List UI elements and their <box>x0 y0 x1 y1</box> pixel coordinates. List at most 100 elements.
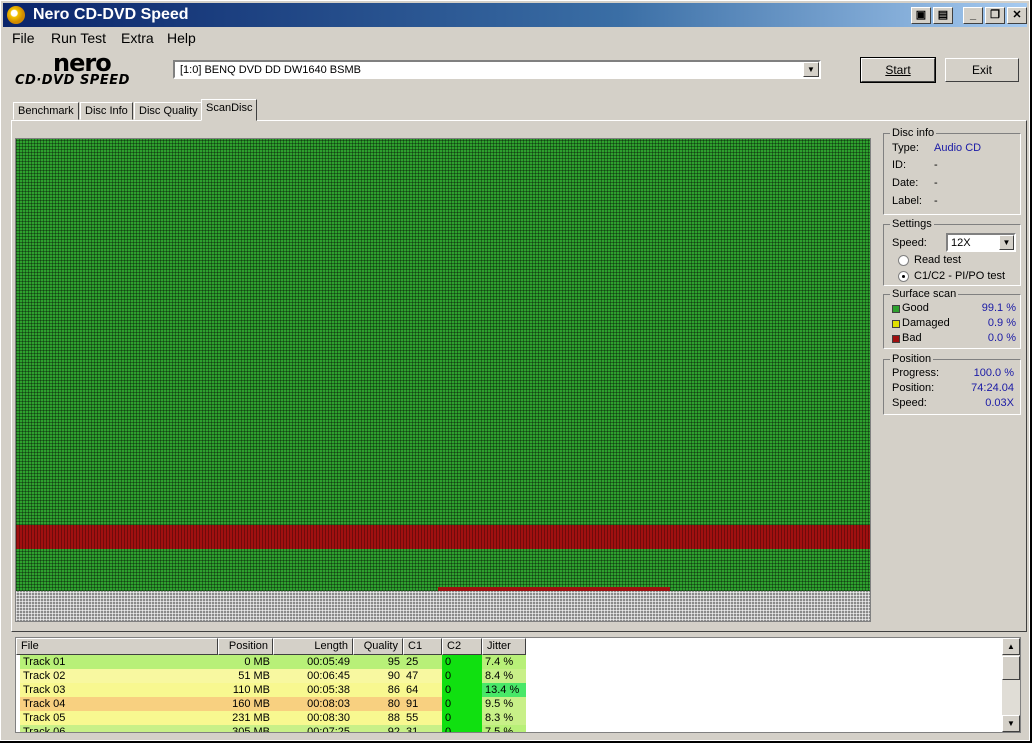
surface-scan-map <box>15 138 871 622</box>
surface-scan-caption: Surface scan <box>890 288 959 300</box>
window-title: Nero CD-DVD Speed <box>33 6 189 23</box>
cell-file: Track 01 <box>20 655 218 669</box>
tab-disc-quality[interactable]: Disc Quality <box>134 102 203 120</box>
scroll-down-icon[interactable]: ▼ <box>1002 715 1020 732</box>
cell-c1: 31 <box>403 725 442 732</box>
column-position[interactable]: Position <box>218 638 273 655</box>
cell-length: 00:05:49 <box>273 655 353 669</box>
read-test-label: Read test <box>914 254 962 266</box>
chevron-down-icon[interactable]: ▼ <box>999 235 1014 250</box>
track-table: File Position Length Quality C1 C2 Jitte… <box>15 637 1021 733</box>
cell-c2: 0 <box>442 725 482 732</box>
type-label: Type: <box>892 142 919 154</box>
progress-value: 100.0 % <box>973 367 1014 379</box>
good-color-swatch <box>892 305 900 313</box>
cell-quality: 86 <box>353 683 403 697</box>
cell-position: 305 MB <box>218 725 273 732</box>
close-button[interactable]: ✕ <box>1007 7 1027 24</box>
scroll-thumb[interactable] <box>1002 656 1020 680</box>
cell-jitter: 13.4 % <box>482 683 526 697</box>
position-caption: Position <box>890 353 934 365</box>
cell-position: 51 MB <box>218 669 273 683</box>
tab-scandisc[interactable]: ScanDisc <box>201 99 258 121</box>
column-quality[interactable]: Quality <box>353 638 403 655</box>
cell-file: Track 04 <box>20 697 218 711</box>
table-row[interactable]: Track 01 0 MB 00:05:49 95 25 0 7.4 % <box>16 655 1002 669</box>
position-label: Position: <box>892 382 935 394</box>
speed-select-value: 12X <box>951 237 971 249</box>
column-c2[interactable]: C2 <box>442 638 482 655</box>
column-jitter[interactable]: Jitter <box>482 638 526 655</box>
settings-group: Settings Speed: 12X ▼ Read test C1/C2 - … <box>883 218 1021 286</box>
c1c2-test-radio[interactable] <box>898 271 909 282</box>
tab-disc-info[interactable]: Disc Info <box>80 102 133 120</box>
start-button[interactable]: Start <box>860 57 936 83</box>
cell-jitter: 8.3 % <box>482 711 526 725</box>
cell-position: 160 MB <box>218 697 273 711</box>
cell-file: Track 02 <box>20 669 218 683</box>
chevron-down-icon[interactable]: ▼ <box>803 62 819 77</box>
read-test-radio[interactable] <box>898 255 909 266</box>
unused-area <box>16 591 870 621</box>
type-value: Audio CD <box>934 142 982 154</box>
table-row[interactable]: Track 05 231 MB 00:08:30 88 55 0 8.3 % <box>16 711 1002 725</box>
cell-length: 00:08:30 <box>273 711 353 725</box>
title-bar[interactable]: Nero CD-DVD Speed ▣ ▤ _ ❐ ✕ <box>3 3 1027 27</box>
surface-scan-group: Surface scan Good 99.1 % Damaged 0.9 % B… <box>883 288 1021 349</box>
nero-cd-icon <box>7 6 25 24</box>
cell-c2: 0 <box>442 669 482 683</box>
bad-color-swatch <box>892 335 900 343</box>
cell-quality: 88 <box>353 711 403 725</box>
restore-button[interactable]: ❐ <box>985 7 1005 24</box>
damaged-color-swatch <box>892 320 900 328</box>
exit-button[interactable]: Exit <box>945 58 1019 82</box>
speed-label: Speed: <box>892 237 927 249</box>
table-row[interactable]: Track 03 110 MB 00:05:38 86 64 0 13.4 % <box>16 683 1002 697</box>
date-value: - <box>934 177 938 189</box>
menu-run-test[interactable]: Run Test <box>51 30 106 46</box>
cell-position: 0 MB <box>218 655 273 669</box>
good-value: 99.1 % <box>981 302 1016 314</box>
speed-readout-value: 0.03X <box>985 397 1014 409</box>
cell-c2: 0 <box>442 655 482 669</box>
drive-select[interactable]: [1:0] BENQ DVD DD DW1640 BSMB ▼ <box>173 60 821 79</box>
cell-file: Track 06 <box>20 725 218 732</box>
speed-select[interactable]: 12X ▼ <box>946 233 1016 252</box>
c1c2-test-label: C1/C2 - PI/PO test <box>914 270 1006 282</box>
label-value: - <box>934 195 938 207</box>
cell-file: Track 05 <box>20 711 218 725</box>
settings-caption: Settings <box>890 218 934 230</box>
bad-label: Bad <box>902 332 922 344</box>
menu-extra[interactable]: Extra <box>121 30 154 46</box>
table-row[interactable]: Track 02 51 MB 00:06:45 90 47 0 8.4 % <box>16 669 1002 683</box>
save-icon[interactable]: ▤ <box>933 7 953 24</box>
column-length[interactable]: Length <box>273 638 353 655</box>
cell-length: 00:07:25 <box>273 725 353 732</box>
cell-jitter: 7.4 % <box>482 655 526 669</box>
disc-info-group: Disc info Type: Audio CD ID: - Date: - L… <box>883 127 1021 215</box>
cell-position: 231 MB <box>218 711 273 725</box>
bad-value: 0.0 % <box>987 332 1016 344</box>
menu-help[interactable]: Help <box>167 30 196 46</box>
vertical-scrollbar[interactable]: ▲ ▼ <box>1002 638 1020 732</box>
column-file[interactable]: File <box>16 638 218 655</box>
menu-file[interactable]: File <box>12 30 35 46</box>
cell-position: 110 MB <box>218 683 273 697</box>
main-window: Nero CD-DVD Speed ▣ ▤ _ ❐ ✕ File Run Tes… <box>0 0 1030 741</box>
cell-c1: 64 <box>403 683 442 697</box>
column-c1[interactable]: C1 <box>403 638 442 655</box>
position-value: 74:24.04 <box>971 382 1014 394</box>
good-label: Good <box>902 302 929 314</box>
table-row[interactable]: Track 04 160 MB 00:08:03 80 91 0 9.5 % <box>16 697 1002 711</box>
id-value: - <box>934 159 938 171</box>
info-icon[interactable]: ▣ <box>911 7 931 24</box>
logo-cd-dvd-speed-text: CD·DVD SPEED <box>15 73 130 88</box>
cell-jitter: 7.5 % <box>482 725 526 732</box>
date-label: Date: <box>892 177 919 189</box>
table-row[interactable]: Track 06 305 MB 00:07:25 92 31 0 7.5 % <box>16 725 1002 732</box>
scroll-up-icon[interactable]: ▲ <box>1002 638 1020 655</box>
cell-quality: 90 <box>353 669 403 683</box>
minimize-button[interactable]: _ <box>963 7 983 24</box>
table-header: File Position Length Quality C1 C2 Jitte… <box>16 638 1020 655</box>
tab-benchmark[interactable]: Benchmark <box>13 102 79 120</box>
